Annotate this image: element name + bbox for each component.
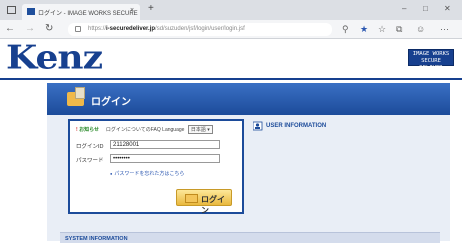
login-form: ! お知らせ ログインについてのFAQ Language 日本語 ▾ ログインI…: [68, 119, 244, 215]
star-icon[interactable]: ★: [360, 24, 368, 35]
notice-row: ! お知らせ ログインについてのFAQ Language 日本語 ▾: [76, 125, 213, 134]
tab-close-icon[interactable]: ×: [130, 7, 134, 14]
notice-label: お知らせ: [79, 127, 99, 133]
window-menu-icon[interactable]: [7, 6, 16, 14]
brand-line-1: IMAGE WORKS: [412, 51, 450, 57]
collections-icon[interactable]: ⧉: [396, 24, 402, 35]
refresh-icon[interactable]: ↻: [45, 23, 53, 34]
kenz-logo: Kenz: [6, 39, 103, 77]
minimize-button[interactable]: –: [402, 4, 406, 13]
language-select[interactable]: 日本語 ▾: [187, 125, 213, 134]
lock-icon: [75, 26, 81, 32]
tab-title: ログイン - IMAGE WORKS SECURE: [38, 11, 138, 17]
browser-tab[interactable]: ログイン - IMAGE WORKS SECURE ×: [22, 4, 140, 20]
forward-arrow-icon[interactable]: →: [25, 23, 35, 34]
profile-icon[interactable]: ☺: [416, 24, 425, 34]
login-id-label: ログインID: [76, 144, 104, 150]
faq-link[interactable]: ログインについてのFAQ: [106, 127, 161, 133]
search-icon[interactable]: ⚲: [342, 24, 349, 35]
system-information-header: SYSTEM INFORMATION: [60, 232, 440, 243]
favorites-icon[interactable]: ☆: [378, 24, 386, 35]
browser-tab-bar: ログイン - IMAGE WORKS SECURE × + – □ ✕: [0, 0, 462, 20]
forgot-password-link[interactable]: パスワードを忘れた方はこちら: [110, 170, 184, 177]
password-input[interactable]: ••••••••: [110, 154, 220, 163]
more-menu-icon[interactable]: ⋯: [440, 24, 449, 35]
image-works-badge: IMAGE WORKS SECURE DELIVER: [408, 49, 454, 71]
back-arrow-icon[interactable]: ←: [5, 23, 15, 34]
browser-toolbar: ← → ↻ https://i-securedeliver.jp/sd/suzu…: [0, 20, 462, 39]
login-button[interactable]: ログイン: [176, 189, 232, 215]
login-header-bar: ログイン: [47, 83, 450, 115]
url-path: /sd/suzuden/jsf/login/user/login.jsf: [155, 26, 245, 32]
login-button-label: ログイン: [201, 195, 225, 215]
user-icon: [253, 121, 263, 131]
brand-line-2: SECURE DELIVER: [419, 58, 443, 71]
language-label: Language: [162, 127, 185, 133]
tab-favicon-icon: [27, 8, 35, 15]
new-tab-button[interactable]: +: [148, 3, 154, 14]
address-bar[interactable]: https://i-securedeliver.jp/sd/suzuden/js…: [68, 23, 332, 36]
header-divider: [0, 78, 462, 80]
login-id-input[interactable]: 21128001: [110, 140, 220, 149]
url-prefix: https://: [88, 26, 107, 32]
user-information-title: USER INFORMATION: [266, 123, 327, 129]
document-icon: [75, 87, 85, 99]
maximize-button[interactable]: □: [423, 4, 428, 13]
close-window-button[interactable]: ✕: [444, 4, 451, 13]
url-host: i-securedeliver.jp: [106, 26, 156, 32]
folder-icon: [185, 194, 198, 203]
password-label: パスワード: [76, 158, 104, 164]
login-title: ログイン: [91, 97, 131, 108]
